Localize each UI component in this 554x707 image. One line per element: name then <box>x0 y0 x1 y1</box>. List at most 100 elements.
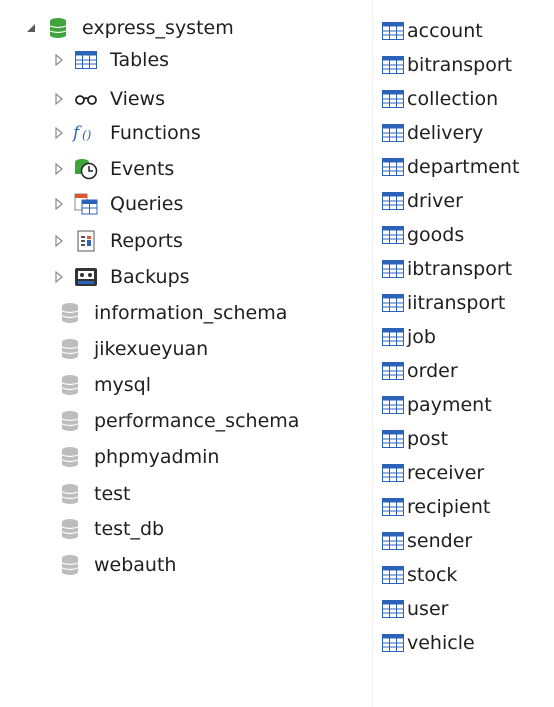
collapsed-triangle-icon[interactable] <box>50 232 68 250</box>
database-closed-icon <box>56 554 84 576</box>
table-item-label: driver <box>407 190 463 212</box>
table-item-job[interactable]: job <box>381 322 436 352</box>
table-item-collection[interactable]: collection <box>381 84 498 114</box>
tree-item-test[interactable]: test <box>56 479 131 509</box>
table-item-label: account <box>407 20 483 42</box>
table-item-vehicle[interactable]: vehicle <box>381 628 475 658</box>
collapsed-triangle-icon[interactable] <box>50 51 68 69</box>
tree-item-views[interactable]: Views <box>50 84 165 114</box>
tree-item-test-db[interactable]: test_db <box>56 514 164 544</box>
table-item-payment[interactable]: payment <box>381 390 492 420</box>
table-item-label: user <box>407 598 449 620</box>
table-icon <box>381 599 405 619</box>
table-item-recipient[interactable]: recipient <box>381 492 490 522</box>
table-item-label: bitransport <box>407 54 513 76</box>
table-icon <box>381 497 405 517</box>
tree-item-label: test_db <box>94 518 165 540</box>
tree-item-label: Backups <box>110 266 190 288</box>
database-open-icon <box>44 17 72 39</box>
tree-item-label: express_system <box>82 17 234 39</box>
tree-item-functions[interactable]: f () Functions <box>50 118 201 148</box>
table-item-department[interactable]: department <box>381 152 519 182</box>
tree-item-information-schema[interactable]: information_schema <box>56 298 287 328</box>
tree-item-tables[interactable]: Tables <box>50 45 169 75</box>
table-item-user[interactable]: user <box>381 594 448 624</box>
table-item-label: receiver <box>407 462 485 484</box>
table-icon <box>381 55 405 75</box>
table-icon <box>381 89 405 109</box>
tree-item-express-system[interactable]: express_system <box>22 13 234 43</box>
tree-item-label: jikexueyuan <box>94 338 209 360</box>
table-item-label: iitransport <box>407 292 506 314</box>
tree-item-reports[interactable]: Reports <box>50 226 183 256</box>
table-item-bitransport[interactable]: bitransport <box>381 50 512 80</box>
table-icon <box>381 293 405 313</box>
table-item-label: job <box>407 326 436 348</box>
tree-item-label: Functions <box>110 122 201 144</box>
table-icon <box>72 49 100 71</box>
tree-item-backups[interactable]: Backups <box>50 262 190 292</box>
table-item-label: goods <box>407 224 465 246</box>
table-item-driver[interactable]: driver <box>381 186 463 216</box>
tree-item-label: Tables <box>110 49 170 71</box>
table-icon <box>381 429 405 449</box>
table-item-label: vehicle <box>407 632 475 654</box>
tree-item-label: Events <box>110 158 175 180</box>
tree-item-label: Queries <box>110 193 184 215</box>
table-item-iitransport[interactable]: iitransport <box>381 288 505 318</box>
glasses-icon <box>72 88 100 110</box>
table-icon <box>381 395 405 415</box>
table-item-order[interactable]: order <box>381 356 458 386</box>
table-icon <box>381 463 405 483</box>
table-item-sender[interactable]: sender <box>381 526 472 556</box>
table-item-goods[interactable]: goods <box>381 220 464 250</box>
expand-triangle-icon[interactable] <box>22 19 40 37</box>
tree-item-label: performance_schema <box>94 410 300 432</box>
table-item-label: delivery <box>407 122 484 144</box>
table-item-delivery[interactable]: delivery <box>381 118 483 148</box>
collapsed-triangle-icon[interactable] <box>50 124 68 142</box>
tree-item-phpmyadmin[interactable]: phpmyadmin <box>56 442 219 472</box>
table-list: account bitransport collection delivery … <box>381 0 554 707</box>
tree-item-label: Reports <box>110 230 183 252</box>
table-icon <box>381 259 405 279</box>
tree-item-label: mysql <box>94 374 151 396</box>
collapsed-triangle-icon[interactable] <box>50 160 68 178</box>
database-closed-icon <box>56 410 84 432</box>
table-icon <box>381 361 405 381</box>
tree-item-queries[interactable]: Queries <box>50 189 183 219</box>
database-closed-icon <box>56 518 84 540</box>
tree-item-jikexueyuan[interactable]: jikexueyuan <box>56 334 208 364</box>
table-item-label: collection <box>407 88 499 110</box>
tree-item-webauth[interactable]: webauth <box>56 550 176 580</box>
table-item-ibtransport[interactable]: ibtransport <box>381 254 512 284</box>
tree-item-mysql[interactable]: mysql <box>56 370 151 400</box>
database-closed-icon <box>56 374 84 396</box>
table-icon <box>381 327 405 347</box>
table-icon <box>381 633 405 653</box>
table-item-label: payment <box>407 394 492 416</box>
table-item-label: ibtransport <box>407 258 513 280</box>
table-icon <box>381 123 405 143</box>
table-item-receiver[interactable]: receiver <box>381 458 484 488</box>
table-item-stock[interactable]: stock <box>381 560 457 590</box>
function-icon: f () <box>72 122 100 144</box>
table-item-label: department <box>407 156 520 178</box>
tree-item-performance-schema[interactable]: performance_schema <box>56 406 299 436</box>
tree-item-label: test <box>94 483 131 505</box>
database-closed-icon <box>56 338 84 360</box>
collapsed-triangle-icon[interactable] <box>50 90 68 108</box>
table-icon <box>381 157 405 177</box>
query-icon <box>72 193 100 215</box>
clock-icon <box>72 158 100 180</box>
collapsed-triangle-icon[interactable] <box>50 195 68 213</box>
tree-item-label: phpmyadmin <box>94 446 220 468</box>
collapsed-triangle-icon[interactable] <box>50 268 68 286</box>
table-item-account[interactable]: account <box>381 16 483 46</box>
tree-item-events[interactable]: Events <box>50 154 174 184</box>
table-icon <box>381 225 405 245</box>
table-item-post[interactable]: post <box>381 424 448 454</box>
table-icon <box>381 191 405 211</box>
table-icon <box>381 531 405 551</box>
table-item-label: order <box>407 360 458 382</box>
